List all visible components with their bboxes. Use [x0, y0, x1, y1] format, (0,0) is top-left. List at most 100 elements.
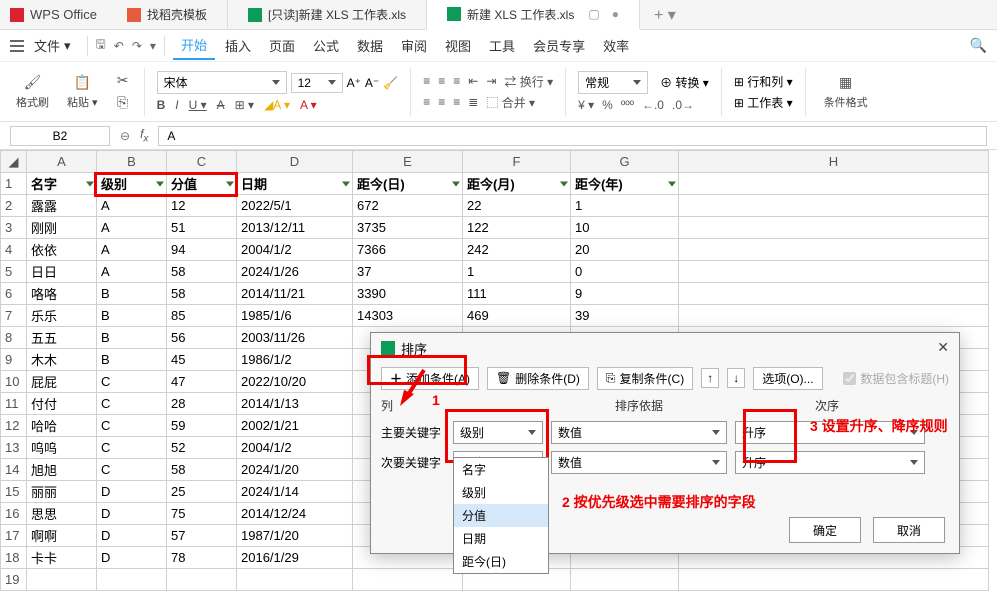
cell[interactable]: 469 [463, 305, 571, 327]
menu-view[interactable]: 视图 [437, 32, 479, 59]
cell[interactable]: 56 [167, 327, 237, 349]
row-header[interactable]: 9 [1, 349, 27, 371]
cell[interactable]: 10 [571, 217, 679, 239]
font-size-select[interactable]: 12 [291, 73, 343, 93]
close-tab-icon[interactable]: ● [612, 7, 619, 21]
file-menu[interactable]: 文件 ▾ [26, 32, 79, 59]
thousands-icon[interactable]: ººº [621, 98, 634, 112]
cell[interactable]: A [97, 239, 167, 261]
cell[interactable]: 2024/1/26 [237, 261, 353, 283]
dec-dec-icon[interactable]: .0→ [672, 98, 694, 112]
cell[interactable]: 2003/11/26 [237, 327, 353, 349]
format-painter-button[interactable]: 🖌格式刷 [10, 72, 55, 112]
filter-icon[interactable] [560, 181, 568, 186]
row-header[interactable]: 12 [1, 415, 27, 437]
increase-font-icon[interactable]: A⁺ [347, 76, 361, 90]
options-button[interactable]: 选项(O)... [753, 367, 822, 390]
maximize-tab-icon[interactable]: ▢ [588, 7, 599, 21]
cell[interactable]: 58 [167, 261, 237, 283]
cell[interactable]: 28 [167, 393, 237, 415]
menu-home[interactable]: 开始 [173, 31, 215, 60]
dropdown-item[interactable]: 距今(日) [454, 550, 548, 573]
secondary-basis-select[interactable]: 数值 [551, 451, 727, 474]
italic-button[interactable]: I [175, 98, 178, 112]
align-right-icon[interactable]: ≡ [453, 95, 460, 109]
dec-inc-icon[interactable]: ←.0 [642, 98, 664, 112]
cell[interactable]: 卡卡 [27, 547, 97, 569]
cell[interactable]: 付付 [27, 393, 97, 415]
filter-icon[interactable] [452, 181, 460, 186]
cell[interactable]: 47 [167, 371, 237, 393]
cell[interactable]: 2013/12/11 [237, 217, 353, 239]
row-header[interactable]: 8 [1, 327, 27, 349]
fill-color-button[interactable]: ◢A ▾ [264, 98, 290, 112]
cell[interactable]: 依依 [27, 239, 97, 261]
secondary-order-select[interactable]: 升序 [735, 451, 925, 474]
new-tab-button[interactable]: + ▾ [640, 5, 690, 25]
cell[interactable]: A [97, 217, 167, 239]
cell[interactable]: 乐乐 [27, 305, 97, 327]
merge-button[interactable]: ⬚ 合并 ▾ [486, 94, 535, 111]
align-top-icon[interactable]: ≡ [423, 74, 430, 88]
ok-button[interactable]: 确定 [789, 517, 861, 543]
cell[interactable]: A [97, 195, 167, 217]
column-header-cell[interactable]: 名字 [27, 173, 97, 195]
cell[interactable]: 1987/1/20 [237, 525, 353, 547]
row-header[interactable]: 2 [1, 195, 27, 217]
cell[interactable]: B [97, 349, 167, 371]
col-header[interactable]: D [237, 151, 353, 173]
tab-sheet-readonly[interactable]: [只读]新建 XLS 工作表.xls [228, 0, 427, 30]
cell[interactable]: D [97, 547, 167, 569]
menu-efficiency[interactable]: 效率 [595, 32, 637, 59]
cell[interactable]: 屁屁 [27, 371, 97, 393]
cell[interactable]: 672 [353, 195, 463, 217]
font-color-button[interactable]: A ▾ [300, 98, 317, 112]
cell[interactable]: 2024/1/20 [237, 459, 353, 481]
cell[interactable]: 1986/1/2 [237, 349, 353, 371]
dropdown-item[interactable]: 级别 [454, 481, 548, 504]
cell[interactable]: B [97, 327, 167, 349]
row-header[interactable]: 17 [1, 525, 27, 547]
dropdown-item[interactable]: 名字 [454, 458, 548, 481]
cell[interactable]: 0 [571, 261, 679, 283]
row-header[interactable]: 10 [1, 371, 27, 393]
cell[interactable]: 日日 [27, 261, 97, 283]
cell[interactable]: 2014/11/21 [237, 283, 353, 305]
cell[interactable]: 五五 [27, 327, 97, 349]
col-header[interactable]: A [27, 151, 97, 173]
col-header[interactable]: C [167, 151, 237, 173]
formula-input[interactable]: A [158, 126, 987, 146]
row-header[interactable]: 13 [1, 437, 27, 459]
filter-icon[interactable] [342, 181, 350, 186]
search-icon[interactable]: 🔍 [970, 37, 987, 54]
convert-button[interactable]: ⊕ 转换 ▾ [660, 74, 709, 91]
cell[interactable]: 2004/1/2 [237, 437, 353, 459]
font-select[interactable]: 宋体 [157, 71, 287, 94]
align-middle-icon[interactable]: ≡ [438, 74, 445, 88]
undo-icon[interactable]: ↶ [114, 39, 124, 53]
strike-button[interactable]: A [217, 98, 225, 112]
cell[interactable]: A [97, 261, 167, 283]
row-header[interactable]: 19 [1, 569, 27, 591]
move-up-button[interactable]: ↑ [701, 368, 719, 388]
cell[interactable]: 2014/12/24 [237, 503, 353, 525]
cell[interactable]: 25 [167, 481, 237, 503]
cell[interactable]: 2016/1/29 [237, 547, 353, 569]
cell[interactable]: 思思 [27, 503, 97, 525]
underline-button[interactable]: U ▾ [189, 98, 207, 112]
column-header-cell[interactable]: 距今(年) [571, 173, 679, 195]
border-button[interactable]: ⊞ ▾ [235, 98, 254, 112]
column-header-cell[interactable]: 距今(日) [353, 173, 463, 195]
menu-data[interactable]: 数据 [349, 32, 391, 59]
cell[interactable]: C [97, 437, 167, 459]
cell[interactable]: 75 [167, 503, 237, 525]
cell[interactable]: C [97, 415, 167, 437]
primary-basis-select[interactable]: 数值 [551, 421, 727, 444]
cell[interactable]: C [97, 393, 167, 415]
cell[interactable]: 丽丽 [27, 481, 97, 503]
cut-icon[interactable]: ✂ [114, 72, 132, 90]
fx-icon[interactable]: fx [140, 127, 148, 144]
cell[interactable]: 59 [167, 415, 237, 437]
column-header-cell[interactable]: 级别 [97, 173, 167, 195]
cell[interactable]: 2002/1/21 [237, 415, 353, 437]
